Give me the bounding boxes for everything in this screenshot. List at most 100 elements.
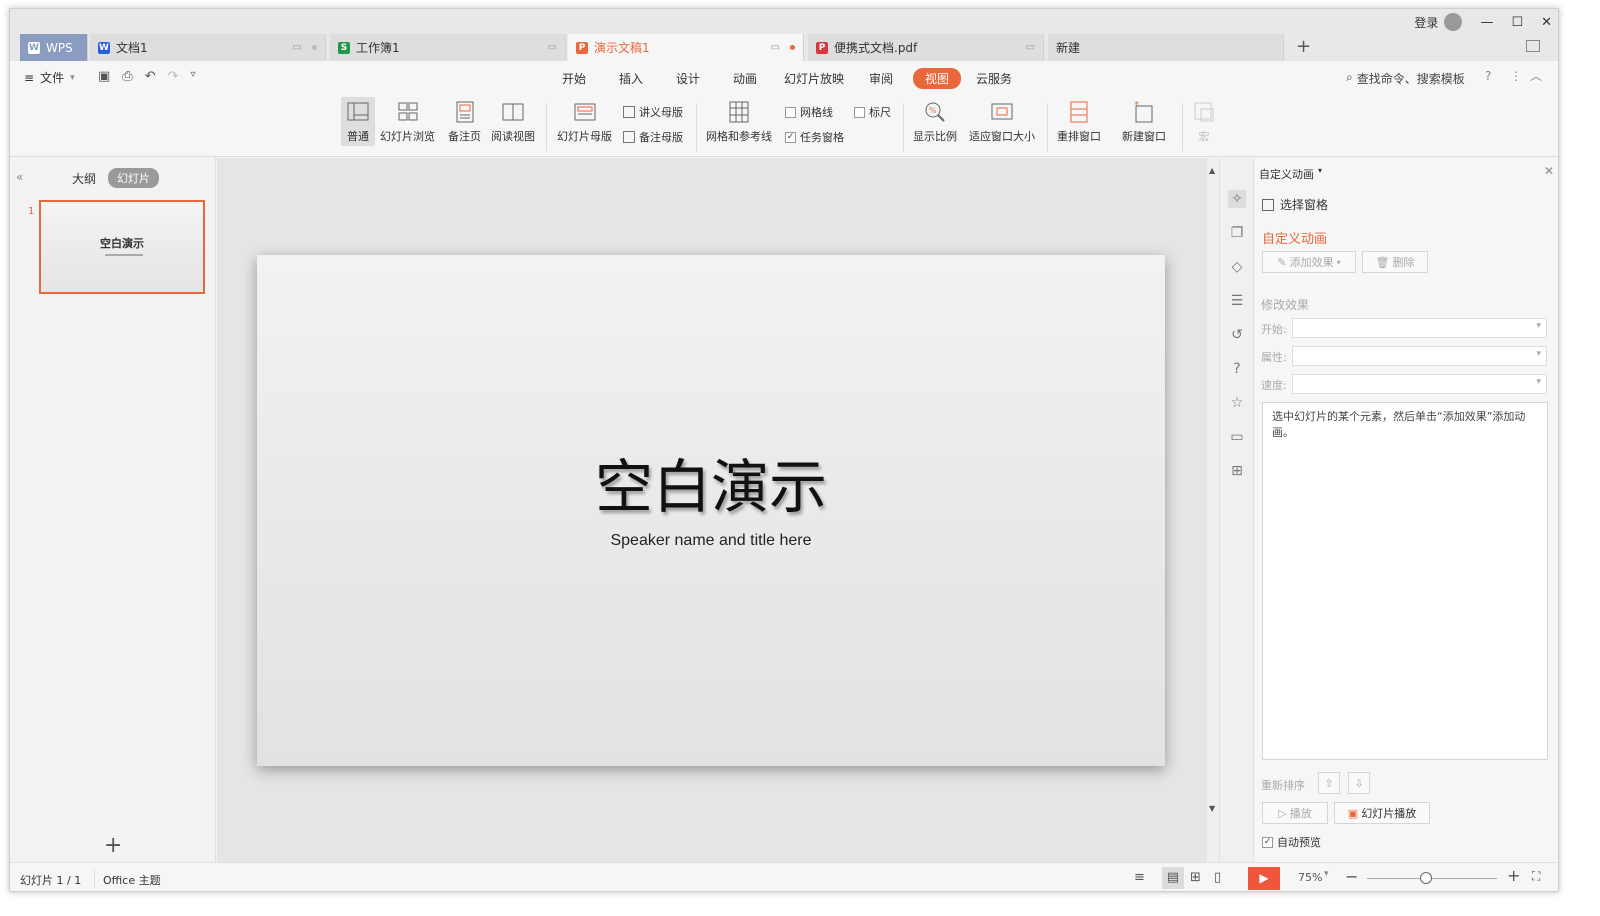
handout-master-button[interactable]: 讲义母版 [623, 104, 683, 120]
grid-guides-button[interactable]: 网格和参考线 [702, 97, 776, 146]
print-icon[interactable]: ⎙ [122, 69, 132, 84]
tab-pdf[interactable]: P 便携式文档.pdf ▭ [808, 34, 1044, 61]
sorter-view-icon[interactable]: ⊞ [1190, 870, 1201, 885]
delete-button[interactable]: 🗑 删除 [1362, 251, 1428, 273]
vertical-scrollbar[interactable]: ▲ ▼ [1207, 158, 1219, 862]
collapse-ribbon-icon[interactable]: ︿ [1530, 67, 1542, 84]
slide-title[interactable]: 空白演示 [257, 440, 1165, 524]
login-button[interactable]: 登录 [1414, 13, 1463, 31]
history-icon[interactable]: ↺ [1228, 326, 1246, 344]
undo-icon[interactable]: ↶ [145, 69, 156, 84]
slideshow-start-button[interactable]: ▶ [1248, 867, 1280, 890]
tab-slides[interactable]: 幻灯片 [108, 168, 159, 188]
save-icon[interactable]: ▣ [98, 69, 110, 84]
zoom-button[interactable]: % 显示比例 [909, 97, 961, 146]
fit-window-label: 适应窗口大小 [969, 130, 1035, 143]
zoom-slider[interactable] [1367, 872, 1497, 884]
task-pane-checkbox[interactable]: ✓ 任务窗格 [785, 129, 844, 145]
menu-review[interactable]: 审阅 [869, 70, 893, 87]
slide-subtitle[interactable]: Speaker name and title here [257, 532, 1165, 550]
normal-view-status-icon[interactable]: ▤ [1162, 867, 1184, 889]
normal-view-button[interactable]: 普通 [341, 97, 375, 146]
apps-icon[interactable]: ⊞ [1228, 462, 1246, 480]
tab-outline[interactable]: 大纲 [72, 170, 96, 187]
reading-view-status-icon[interactable]: ▯ [1214, 870, 1221, 885]
slide[interactable]: 空白演示 Speaker name and title here [257, 255, 1165, 766]
reading-view-button[interactable]: 阅读视图 [487, 97, 539, 146]
new-window-button[interactable]: * 新建窗口 [1118, 97, 1170, 146]
star-icon[interactable]: ☆ [1228, 394, 1246, 412]
scroll-up-icon[interactable]: ▲ [1209, 166, 1215, 175]
archive-icon[interactable]: ▭ [1228, 428, 1246, 446]
property-select[interactable] [1292, 346, 1547, 366]
more-icon[interactable]: ⋮ [1510, 69, 1522, 83]
close-icon[interactable]: ✕ [1541, 15, 1552, 30]
ribbon-divider [1182, 103, 1183, 151]
menu-cloud[interactable]: 云服务 [976, 70, 1012, 87]
menu-view[interactable]: 视图 [913, 68, 962, 89]
add-effect-button[interactable]: ✎ 添加效果 ▾ [1262, 251, 1356, 273]
move-up-button[interactable]: ⇧ [1318, 772, 1340, 794]
copy-icon[interactable]: ❐ [1228, 224, 1246, 242]
zoom-chevron-icon[interactable]: ▾ [1324, 869, 1329, 879]
notes-page-button[interactable]: 备注页 [444, 97, 485, 146]
section-title: 自定义动画 [1262, 232, 1328, 247]
notes-icon[interactable]: ≡ [1134, 870, 1145, 885]
zoom-in-icon[interactable]: + [1507, 866, 1520, 885]
menu-animation[interactable]: 动画 [733, 70, 757, 87]
start-select[interactable] [1292, 318, 1547, 338]
menu-start[interactable]: 开始 [562, 70, 586, 87]
fit-window-button[interactable]: 适应窗口大小 [965, 97, 1039, 146]
menu-slideshow[interactable]: 幻灯片放映 [784, 70, 844, 87]
redo-icon[interactable]: ↷ [168, 69, 179, 84]
fit-screen-icon[interactable]: ⛶ [1532, 869, 1540, 884]
zoom-slider-knob[interactable] [1419, 872, 1432, 884]
file-menu[interactable]: ≡ 文件 ▾ [24, 69, 75, 86]
animation-icon[interactable]: ✧ [1228, 190, 1246, 208]
customize-icon[interactable]: ▿ [191, 69, 196, 84]
ruler-checkbox[interactable]: 标尺 [854, 104, 891, 120]
writer-icon: W [98, 41, 110, 54]
slide-thumbnail[interactable]: 空白演示 [39, 200, 205, 294]
tab-new[interactable]: 新建 [1048, 34, 1284, 61]
auto-preview-checkbox[interactable]: ✓ 自动预览 [1262, 834, 1321, 850]
macro-label: 宏 [1198, 130, 1210, 143]
tab-presentation[interactable]: P 演示文稿1 ▭ [568, 34, 804, 61]
select-pane-button[interactable]: 选择窗格 [1262, 196, 1328, 213]
animation-list[interactable]: 选中幻灯片的某个元素，然后单击“添加效果”添加动画。 [1262, 402, 1548, 760]
slide-browse-button[interactable]: 幻灯片浏览 [376, 97, 439, 146]
theme-name[interactable]: Office 主题 [94, 869, 161, 887]
sidebar-toggle-icon[interactable] [1526, 40, 1540, 52]
menu-insert[interactable]: 插入 [619, 70, 643, 87]
collapse-panel-icon[interactable]: « [16, 170, 23, 184]
help-circle-icon[interactable]: ? [1228, 360, 1246, 378]
speed-select[interactable] [1292, 374, 1547, 394]
arrange-window-button[interactable]: 重排窗口 [1053, 97, 1105, 146]
menu-design[interactable]: 设计 [676, 70, 700, 87]
maximize-icon[interactable]: ☐ [1511, 15, 1523, 30]
zoom-out-icon[interactable]: − [1345, 867, 1358, 886]
slide-master-button[interactable]: 幻灯片母版 [553, 97, 616, 146]
tab-workbook[interactable]: S 工作簿1 ▭ [330, 34, 566, 61]
command-search[interactable]: ⌕ 查找命令、搜索模板 [1346, 70, 1465, 87]
close-pane-icon[interactable]: ✕ [1544, 164, 1554, 178]
settings-sliders-icon[interactable]: ☰ [1228, 292, 1246, 310]
add-tab-button[interactable]: + [1296, 36, 1311, 57]
gridlines-checkbox[interactable]: 网格线 [785, 104, 833, 120]
shapes-icon[interactable]: ◇ [1228, 258, 1246, 276]
minimize-icon[interactable]: — [1480, 15, 1493, 30]
move-down-button[interactable]: ⇩ [1348, 772, 1370, 794]
tab-document[interactable]: W 文档1 ▭ [90, 34, 326, 61]
pane-header[interactable]: 自定义动画 ▾ [1259, 166, 1322, 182]
help-icon[interactable]: ? [1485, 69, 1491, 83]
play-button[interactable]: ▷ 播放 [1262, 802, 1328, 824]
zoom-level[interactable]: 75% [1298, 871, 1322, 884]
wps-home-tab[interactable]: W WPS [20, 34, 88, 61]
task-pane-checkbox-box: ✓ [785, 131, 796, 143]
pane-header-label: 自定义动画 [1259, 168, 1314, 181]
scroll-down-icon[interactable]: ▼ [1209, 804, 1215, 813]
macro-button[interactable]: 宏 [1187, 97, 1221, 146]
slideshow-play-button[interactable]: ▣ 幻灯片播放 [1334, 802, 1430, 824]
notes-master-button[interactable]: 备注母版 [623, 129, 683, 145]
add-slide-button[interactable]: + [104, 833, 122, 858]
